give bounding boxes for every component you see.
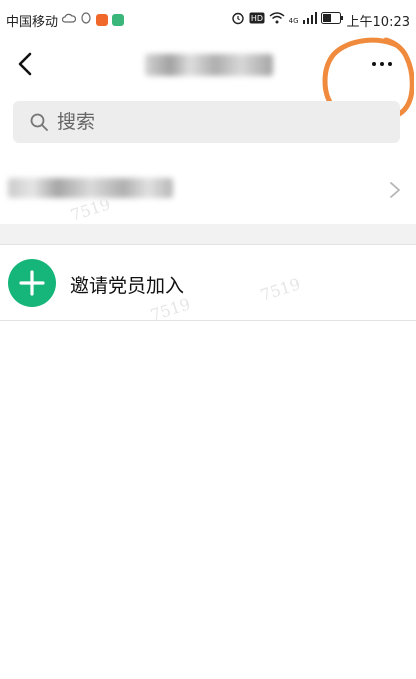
more-options-button[interactable] [362,50,402,78]
video-app-icon [96,14,109,26]
alarm-icon [231,11,245,29]
invite-button-circle [8,259,56,307]
chevron-right-icon [390,182,400,198]
network-type-label: 4G [288,16,299,25]
invite-member-row[interactable]: 邀请党员加入 [0,245,416,320]
time-label: 上午10:23 [346,14,410,30]
invite-label: 邀请党员加入 [70,275,185,297]
more-dots-icon [372,62,376,66]
group-name-blurred [8,178,173,198]
battery-icon [320,12,343,28]
section-gap [0,224,416,244]
nav-bar [0,40,416,88]
qq-icon [80,11,92,29]
status-bar: 中国移动 HD 4G 上午10:23 [0,0,416,40]
back-button[interactable] [12,50,40,78]
group-info-row[interactable] [0,160,416,220]
search-input[interactable] [57,111,357,133]
signal-icon [302,12,317,28]
page-title-blurred [145,54,273,76]
back-chevron-icon [18,52,32,76]
plus-icon [19,270,45,296]
search-bar[interactable] [13,101,400,143]
app-green-icon [112,14,125,26]
carrier-label: 中国移动 [6,14,59,30]
svg-text:HD: HD [251,14,263,23]
divider [0,320,416,321]
search-icon [30,113,48,131]
wifi-icon [269,12,285,28]
hd-icon: HD [249,12,265,28]
cloud-icon [61,12,77,28]
